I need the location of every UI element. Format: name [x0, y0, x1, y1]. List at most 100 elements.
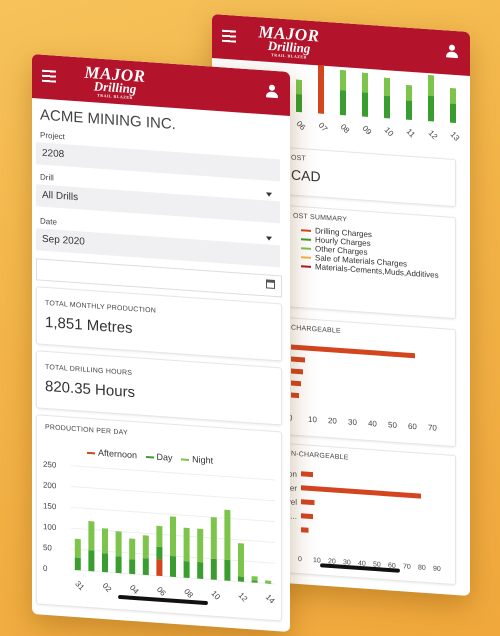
x-tick-label: 90: [433, 565, 441, 573]
x-tick-label: 60: [408, 422, 417, 432]
x-tick-label: 31: [73, 579, 86, 592]
hbar: [291, 380, 301, 387]
bar-night: [197, 528, 204, 563]
bar-day: [251, 580, 258, 583]
x-tick-label: 30: [348, 418, 357, 428]
hbar: [301, 471, 313, 478]
bar-day: [170, 555, 176, 578]
bar-night: [406, 85, 412, 102]
hours-card: TOTAL DRILLING HOURS 820.35 Hours: [36, 350, 282, 426]
hbar: [291, 356, 305, 363]
hbar: [291, 392, 299, 399]
bar-day: [129, 559, 136, 575]
bar-night: [251, 576, 258, 581]
bar-afternoon: [156, 559, 163, 577]
drill-label: Drill: [40, 172, 54, 183]
nonchargeable-title: N-CHARGEABLE: [291, 450, 349, 462]
cost-summary-legend: Drilling Charges Hourly Charges Other Char…: [301, 225, 439, 280]
production-label: TOTAL MONTHLY PRODUCTION: [45, 299, 156, 315]
bar-night: [142, 535, 149, 559]
calendar-icon[interactable]: [266, 279, 275, 289]
hbar: [301, 485, 421, 499]
project-label: Project: [40, 130, 65, 142]
x-tick-label: 20: [328, 416, 337, 426]
bar-night: [265, 580, 272, 583]
brand-logo: MAJOR Drilling TRAIL BLAZER: [258, 22, 320, 60]
x-tick-label: 02: [101, 581, 114, 594]
bar-night: [74, 538, 81, 558]
x-tick-label: 07: [317, 121, 330, 134]
y-tick-label: 200: [43, 481, 57, 491]
bar-night: [428, 75, 434, 97]
cost-value: CAD: [291, 166, 321, 185]
cost-label: OST: [291, 154, 306, 163]
bar-day: [102, 553, 108, 573]
x-tick-label: 06: [155, 585, 168, 598]
bar-night: [362, 72, 368, 93]
drill-value: All Drills: [42, 189, 79, 204]
bar-night: [102, 528, 108, 554]
grid-line: [71, 486, 275, 502]
hbar: [301, 527, 309, 533]
x-tick-label: 70: [428, 423, 437, 433]
bar-day: [74, 557, 81, 571]
bar-day: [238, 576, 244, 582]
bar-day: [88, 550, 95, 572]
y-tick-label: 250: [43, 460, 57, 470]
x-tick-label: 08: [339, 122, 352, 135]
bar-day: [197, 561, 204, 579]
bar-night: [296, 79, 302, 95]
x-tick-label: 70: [403, 563, 411, 571]
cost-summary-title: OST SUMMARY: [293, 212, 348, 224]
y-tick-label: 100: [43, 522, 57, 532]
x-tick-label: 50: [388, 420, 397, 430]
user-icon[interactable]: [446, 44, 458, 59]
x-tick-label: 04: [128, 583, 141, 596]
bar-night: [183, 527, 190, 562]
x-tick-label: 80: [418, 564, 426, 572]
bar-night: [170, 516, 176, 557]
project-field[interactable]: 2208: [36, 142, 280, 182]
y-tick-label: 150: [43, 501, 57, 511]
x-tick-label: 13: [449, 130, 462, 143]
y-tick-label: 50: [43, 543, 52, 553]
caret-down-icon: [266, 192, 272, 197]
production-value: 1,851 Metres: [45, 313, 133, 338]
production-card: TOTAL MONTHLY PRODUCTION 1,851 Metres: [36, 286, 282, 362]
x-tick-label: 0: [298, 556, 302, 563]
bar-day: [115, 556, 122, 574]
hbar: [291, 368, 303, 375]
bar-day: [156, 546, 163, 560]
chart-title: PRODUCTION PER DAY: [45, 423, 128, 437]
x-tick-label: 08: [182, 587, 195, 600]
bar-day: [224, 559, 231, 581]
drill-select[interactable]: All Drills: [36, 184, 280, 224]
y-tick-label: 0: [43, 564, 48, 573]
bar-night: [224, 509, 231, 561]
x-tick-label: 10: [383, 125, 396, 138]
caret-down-icon: [266, 236, 272, 241]
hamburger-icon[interactable]: [42, 69, 56, 83]
bar-night: [238, 543, 244, 577]
brand-logo: MAJOR Drilling TRAIL BLAZER: [84, 62, 146, 101]
bar-night: [384, 77, 390, 97]
x-tick-label: 09: [361, 124, 374, 137]
x-tick-label: 12: [427, 129, 440, 142]
user-icon[interactable]: [266, 84, 278, 99]
production-chart-card: PRODUCTION PER DAY Afternoon Day Night 0…: [36, 414, 282, 622]
x-tick-label: 40: [368, 419, 377, 429]
company-title: ACME MINING INC.: [40, 106, 176, 134]
x-tick-label: 10: [209, 589, 222, 602]
x-tick-label: 11: [405, 127, 418, 140]
x-tick-label: 12: [237, 591, 250, 604]
bar-day: [142, 558, 149, 576]
project-value: 2208: [42, 147, 65, 161]
hamburger-icon[interactable]: [222, 29, 236, 43]
hbar: [301, 499, 315, 506]
x-tick-label: 14: [264, 593, 277, 606]
hours-value: 820.35 Hours: [45, 377, 136, 402]
hbar: [291, 344, 415, 359]
date-value: Sep 2020: [42, 233, 85, 248]
date-label: Date: [40, 216, 57, 227]
chargeable-title: CHARGEABLE: [291, 324, 341, 336]
